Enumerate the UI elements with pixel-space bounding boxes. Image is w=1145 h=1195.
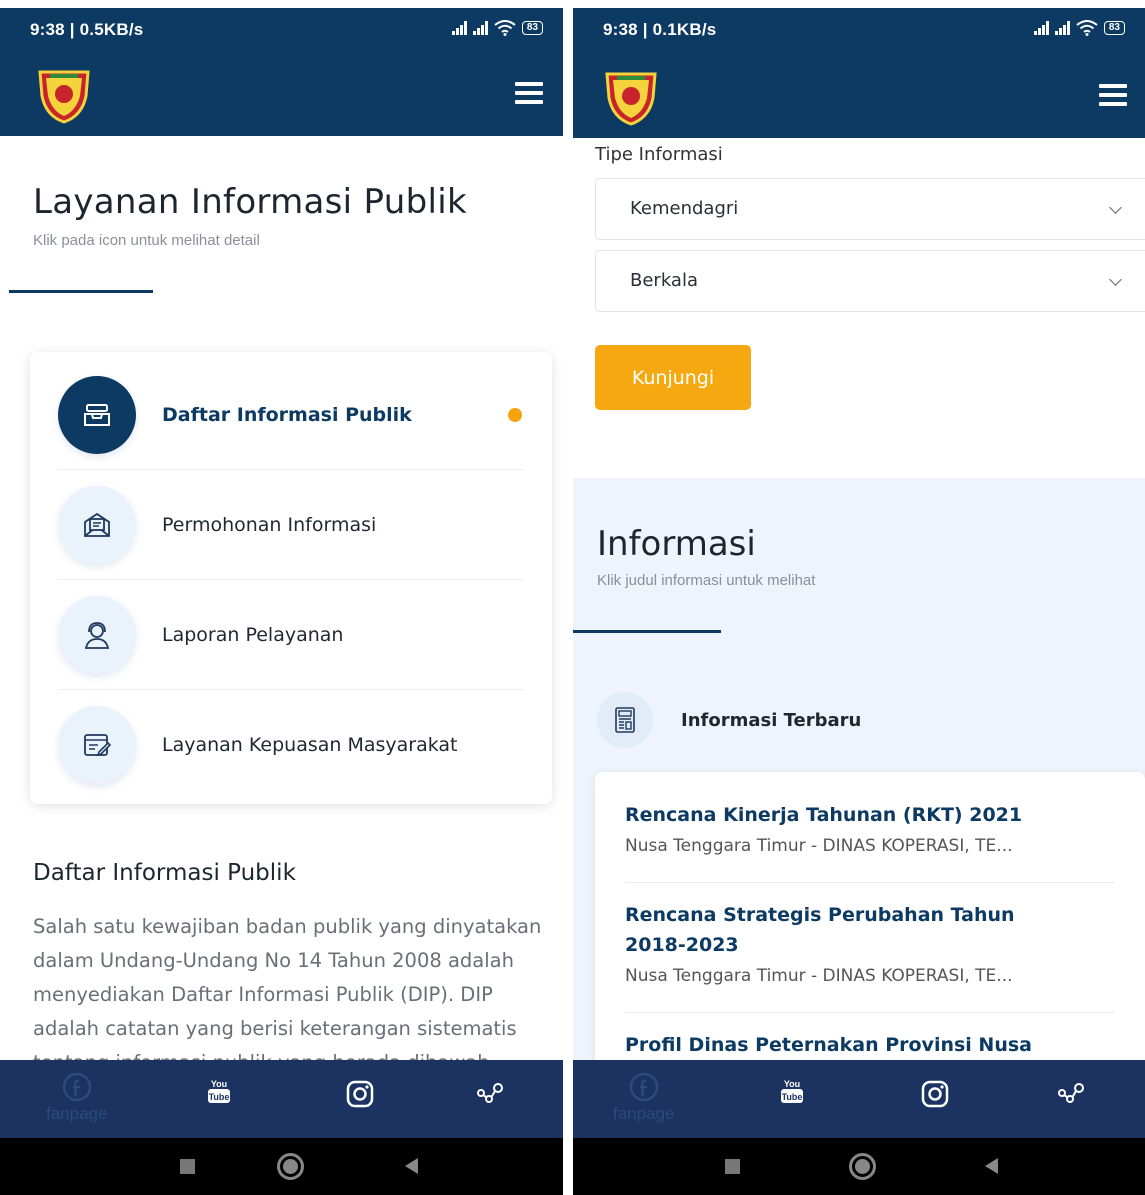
recent-apps-button[interactable]	[180, 1159, 195, 1174]
svg-text:You: You	[211, 1079, 227, 1089]
news-title-link[interactable]: Rencana Kinerja Tahunan (RKT) 2021	[625, 800, 1115, 830]
right-phone-screen: 9:38 | 0.1KB/s 83 Tipe Informasi Kemenda…	[573, 0, 1145, 1195]
svg-text:You: You	[784, 1079, 800, 1089]
menu-label: Laporan Pelayanan	[162, 623, 344, 646]
facebook-fanpage-link[interactable]: fanpage	[613, 1072, 674, 1124]
active-indicator-dot	[508, 407, 522, 422]
social-footer-bar: fanpage You Tube	[573, 1060, 1145, 1138]
share-network-link[interactable]	[1057, 1082, 1085, 1106]
inbox-tray-icon	[58, 375, 136, 454]
facebook-icon	[629, 1072, 658, 1102]
back-button[interactable]	[985, 1158, 998, 1174]
youtube-link[interactable]: You Tube	[779, 1078, 805, 1106]
newspaper-icon	[597, 692, 653, 748]
menu-item-daftar-informasi-publik[interactable]: Daftar Informasi Publik	[58, 360, 524, 470]
youtube-link[interactable]: You Tube	[206, 1078, 232, 1106]
home-button[interactable]	[849, 1153, 876, 1180]
section-paragraph: Salah satu kewajiban badan publik yang d…	[33, 915, 542, 1060]
status-bar: 9:38 | 0.5KB/s 83	[0, 8, 563, 52]
instagram-icon	[921, 1080, 949, 1108]
menu-label: Permohonan Informasi	[162, 513, 377, 536]
svg-text:Tube: Tube	[209, 1092, 230, 1102]
section-heading: Daftar Informasi Publik	[33, 860, 296, 886]
customer-service-icon	[58, 595, 136, 674]
home-button[interactable]	[277, 1153, 304, 1180]
survey-form-icon	[58, 706, 136, 784]
android-nav-bar	[0, 1138, 563, 1195]
service-menu-card: Daftar Informasi Publik Permohonan Infor…	[30, 352, 552, 804]
battery-icon: 83	[521, 21, 543, 35]
wifi-icon	[1076, 20, 1098, 36]
emblem-logo[interactable]	[36, 66, 92, 124]
emblem-logo[interactable]	[603, 68, 659, 126]
signal-icon	[1054, 21, 1070, 35]
signal-icon	[472, 21, 488, 35]
share-nodes-icon	[1058, 1083, 1084, 1103]
filter-label: Tipe Informasi	[595, 144, 723, 165]
signal-icon	[1033, 21, 1049, 35]
screenshot-gap	[563, 0, 573, 1195]
facebook-icon	[62, 1072, 91, 1102]
menu-label: Layanan Kepuasan Masyarakat	[162, 734, 458, 756]
menu-item-layanan-kepuasan-masyarakat[interactable]: Layanan Kepuasan Masyarakat	[58, 690, 524, 800]
title-underline	[573, 630, 721, 633]
signal-icon	[451, 21, 467, 35]
select-value: Berkala	[630, 270, 698, 291]
news-meta: Nusa Tenggara Timur - DINAS KOPERASI, TE…	[625, 836, 1013, 856]
social-footer-bar: fanpage You Tube	[0, 1060, 563, 1138]
kunjungi-button[interactable]: Kunjungi	[595, 345, 751, 410]
left-phone-screen: 9:38 | 0.5KB/s 83 Layanan Informasi Publ…	[0, 0, 563, 1195]
fanpage-label: fanpage	[613, 1104, 675, 1123]
title-underline	[9, 290, 153, 293]
svg-text:Tube: Tube	[782, 1092, 803, 1102]
chevron-down-icon	[1109, 273, 1122, 286]
youtube-icon: You Tube	[781, 1079, 803, 1103]
facebook-fanpage-link[interactable]: fanpage	[46, 1072, 107, 1124]
status-time: 9:38 | 0.5KB/s	[30, 20, 144, 39]
instagram-link[interactable]	[921, 1080, 949, 1108]
divider	[625, 1012, 1115, 1013]
latest-info-label: Informasi Terbaru	[681, 710, 862, 731]
recent-apps-button[interactable]	[725, 1159, 740, 1174]
news-title-link[interactable]: Profil Dinas Peternakan Provinsi Nusa	[625, 1030, 1115, 1060]
page-title: Layanan Informasi Publik	[33, 182, 467, 222]
kategori-select[interactable]: Berkala	[595, 250, 1145, 312]
tipe-informasi-select[interactable]: Kemendagri	[595, 178, 1145, 240]
menu-item-permohonan-informasi[interactable]: Permohonan Informasi	[58, 470, 524, 580]
status-icons: 83	[451, 20, 543, 36]
divider	[625, 882, 1115, 883]
fanpage-label: fanpage	[46, 1104, 108, 1123]
news-title-link[interactable]: Rencana Strategis Perubahan Tahun 2018-2…	[625, 900, 1065, 960]
share-nodes-icon	[477, 1083, 503, 1103]
top-navbar	[0, 52, 563, 136]
chevron-down-icon	[1109, 201, 1122, 214]
envelope-letter-icon	[58, 485, 136, 564]
android-nav-bar	[573, 1138, 1145, 1195]
section-heading: Informasi	[597, 524, 756, 564]
news-meta: Nusa Tenggara Timur - DINAS KOPERASI, TE…	[625, 966, 1013, 986]
menu-item-laporan-pelayanan[interactable]: Laporan Pelayanan	[58, 580, 524, 690]
news-item[interactable]: Rencana Kinerja Tahunan (RKT) 2021 Nusa …	[625, 800, 1115, 856]
informasi-section: Informasi Klik judul informasi untuk mel…	[573, 478, 1145, 1072]
top-navbar	[573, 54, 1145, 138]
news-item[interactable]: Profil Dinas Peternakan Provinsi Nusa	[625, 1030, 1115, 1060]
instagram-link[interactable]	[346, 1080, 374, 1108]
instagram-icon	[346, 1080, 374, 1108]
share-network-link[interactable]	[476, 1082, 504, 1106]
menu-label: Daftar Informasi Publik	[162, 403, 412, 426]
wifi-icon	[494, 20, 516, 36]
back-button[interactable]	[405, 1158, 418, 1174]
battery-icon: 83	[1103, 21, 1125, 35]
select-value: Kemendagri	[630, 198, 739, 219]
news-list-card: Rencana Kinerja Tahunan (RKT) 2021 Nusa …	[595, 772, 1145, 1072]
status-time: 9:38 | 0.1KB/s	[603, 20, 717, 39]
hamburger-menu-icon[interactable]	[1099, 84, 1127, 106]
section-subtitle: Klik judul informasi untuk melihat	[597, 572, 816, 589]
youtube-icon: You Tube	[208, 1079, 230, 1103]
status-icons: 83	[1033, 20, 1125, 36]
status-bar: 9:38 | 0.1KB/s 83	[573, 8, 1145, 54]
hamburger-menu-icon[interactable]	[515, 82, 543, 104]
news-item[interactable]: Rencana Strategis Perubahan Tahun 2018-2…	[625, 900, 1115, 986]
page-subtitle: Klik pada icon untuk melihat detail	[33, 232, 260, 249]
